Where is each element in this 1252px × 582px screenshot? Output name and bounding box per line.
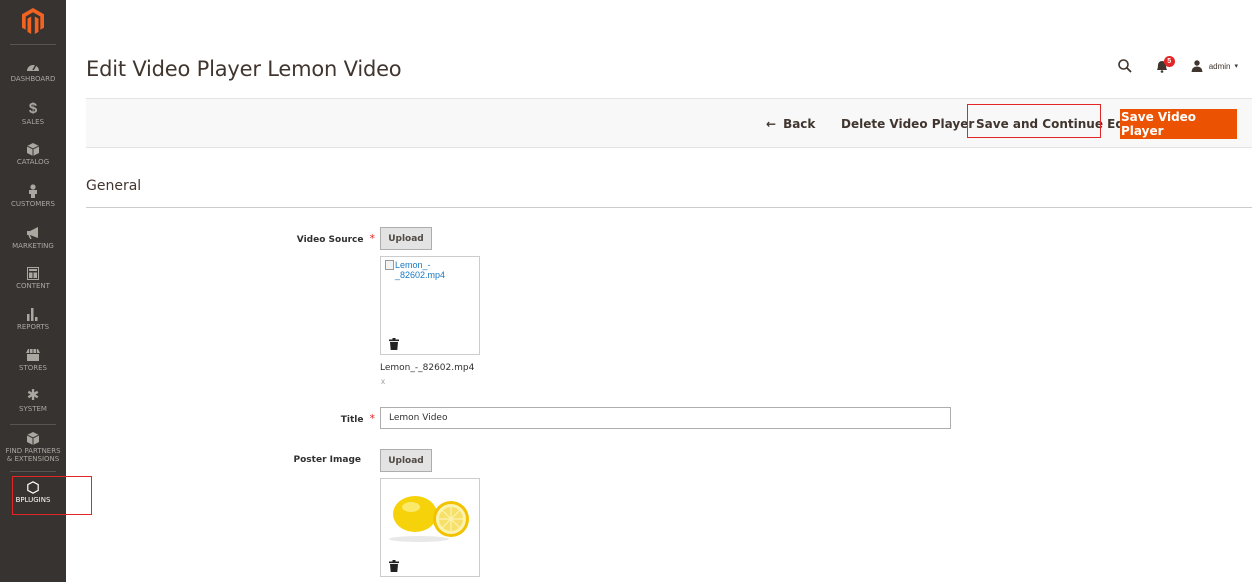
sidebar-item-label: REPORTS [16, 323, 50, 331]
search-button[interactable] [1115, 56, 1135, 76]
sidebar-item-label: CATALOG [16, 158, 50, 166]
sidebar-item-sales[interactable]: $ SALES [0, 101, 66, 141]
arrow-left-icon: ← [766, 117, 777, 131]
sidebar-item-reports[interactable]: REPORTS [0, 306, 66, 346]
video-preview-alt-line2: _82602.mp4 [395, 270, 446, 280]
poster-image-label: Poster Image [293, 455, 361, 465]
caret-down-icon: ▾ [1234, 63, 1238, 70]
sidebar-item-dashboard[interactable]: DASHBOARD [0, 58, 66, 98]
sidebar-item-bplugins[interactable]: BPLUGINS [0, 479, 66, 519]
back-label: Back [783, 117, 816, 131]
lemon-image [381, 479, 479, 545]
sidebar-divider [10, 44, 56, 45]
sidebar-item-label: FIND PARTNERS [5, 447, 61, 455]
title-label-text: Title [340, 415, 364, 425]
sidebar-item-find-partners[interactable]: FIND PARTNERS & EXTENSIONS [0, 430, 66, 470]
section-title[interactable]: General [86, 178, 141, 194]
page-actions-bar: ← Back Delete Video Player Save and Cont… [86, 98, 1252, 148]
video-file-name: Lemon_-_82602.mp4 [380, 363, 475, 373]
user-menu[interactable]: admin ▾ [1191, 60, 1238, 72]
poster-preview-box [380, 478, 480, 577]
video-preview-box: Lemon_- _82602.mp4 [380, 256, 480, 355]
sidebar-item-label: MARKETING [12, 242, 54, 250]
broken-image-icon [385, 260, 394, 270]
delete-video-player-button[interactable]: Delete Video Player [841, 99, 974, 149]
sidebar-divider [10, 424, 56, 425]
video-source-label: Video Source * [260, 232, 375, 245]
admin-sidebar: DASHBOARD $ SALES CATALOG CUSTOMERS MARK… [0, 0, 66, 582]
store-icon [26, 347, 40, 363]
username: admin [1208, 61, 1231, 71]
sidebar-item-customers[interactable]: CUSTOMERS [0, 183, 66, 223]
title-label: Title * [260, 412, 375, 425]
sidebar-item-marketing[interactable]: MARKETING [0, 225, 66, 265]
sidebar-item-content[interactable]: CONTENT [0, 265, 66, 305]
video-source-label-text: Video Source [296, 235, 364, 245]
magento-logo[interactable] [0, 0, 66, 42]
sidebar-item-label: CONTENT [16, 282, 50, 290]
sidebar-item-stores[interactable]: STORES [0, 347, 66, 387]
broken-video-preview: Lemon_- _82602.mp4 [385, 260, 445, 280]
delete-video-button[interactable] [389, 337, 399, 355]
gear-icon: ✱ [26, 387, 40, 404]
video-upload-button[interactable]: Upload [380, 227, 432, 250]
trash-icon [389, 560, 399, 572]
sidebar-item-catalog[interactable]: CATALOG [0, 141, 66, 181]
notifications-button[interactable]: 5 [1155, 56, 1177, 76]
poster-upload-button[interactable]: Upload [380, 449, 432, 472]
required-mark: * [369, 232, 376, 245]
remove-video-link[interactable]: x [381, 377, 385, 386]
megaphone-icon [26, 225, 40, 241]
back-button[interactable]: ← Back [766, 99, 815, 149]
sidebar-item-label: STORES [19, 364, 47, 372]
bar-chart-icon [27, 306, 39, 322]
title-input[interactable]: Lemon Video [380, 407, 951, 429]
search-icon [1117, 59, 1132, 73]
dollar-icon: $ [28, 100, 38, 117]
person-icon [28, 183, 38, 199]
dashboard-icon [26, 58, 40, 74]
hexagon-icon [27, 479, 39, 495]
required-mark: * [369, 412, 376, 425]
sidebar-item-label: SALES [21, 118, 45, 126]
notification-count-badge: 5 [1163, 56, 1175, 67]
magento-logo-icon [22, 8, 44, 34]
sidebar-divider [10, 471, 56, 472]
save-and-continue-button[interactable]: Save and Continue Edit [976, 99, 1134, 149]
video-preview-alt-line1: Lemon_- [395, 260, 431, 270]
sidebar-item-label: DASHBOARD [10, 75, 56, 83]
sidebar-item-label: & EXTENSIONS [6, 455, 60, 463]
layout-icon [27, 265, 39, 281]
page-title: Edit Video Player Lemon Video [86, 57, 402, 81]
sidebar-item-label: BPLUGINS [15, 496, 51, 504]
sidebar-item-system[interactable]: ✱ SYSTEM [0, 388, 66, 428]
trash-icon [389, 338, 399, 350]
cube-icon [27, 430, 39, 446]
header-actions: 5 admin ▾ [1115, 56, 1238, 76]
sidebar-item-label: CUSTOMERS [10, 200, 55, 208]
section-divider [86, 207, 1252, 208]
save-video-player-button[interactable]: Save Video Player [1120, 109, 1237, 139]
sidebar-item-label: SYSTEM [19, 405, 47, 413]
delete-poster-button[interactable] [389, 559, 399, 577]
user-icon [1191, 60, 1203, 72]
box-icon [27, 141, 39, 157]
